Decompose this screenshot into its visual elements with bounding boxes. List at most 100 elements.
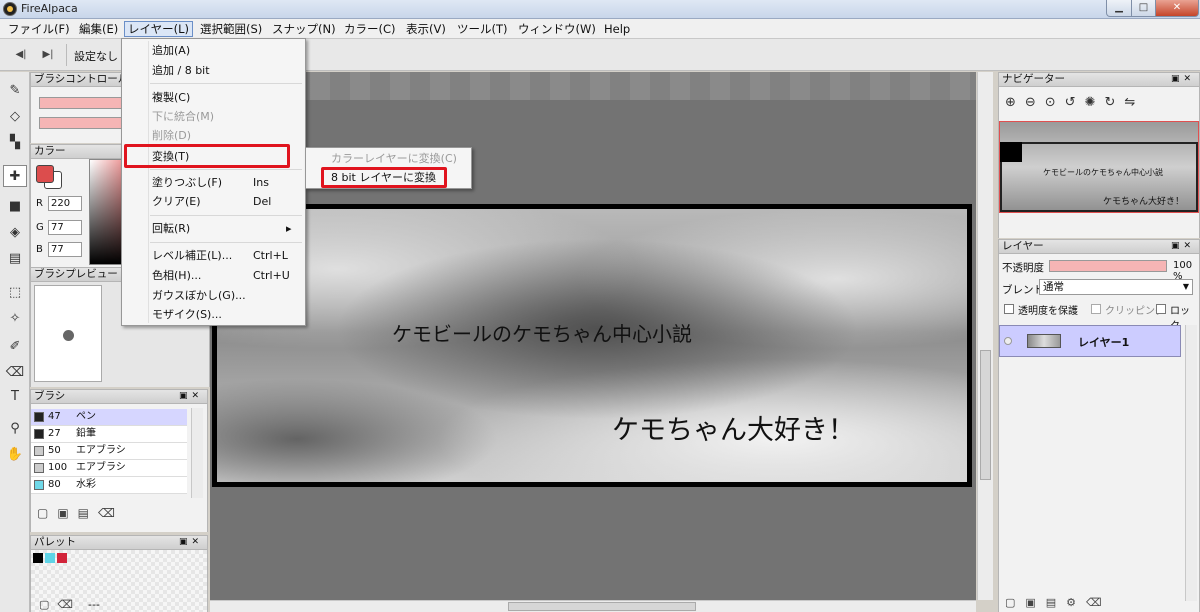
menu-separator bbox=[150, 83, 302, 84]
menu-item-add-8bit[interactable]: 追加 / 8 bit bbox=[152, 63, 210, 79]
brush-actions-icon[interactable]: ▢▣▤⌫ bbox=[37, 506, 124, 520]
close-button[interactable]: ✕ bbox=[1155, 0, 1199, 17]
layer-list-scrollbar[interactable] bbox=[1185, 325, 1197, 601]
layer-actions-icon[interactable]: ▢▣▤⚙⌫ bbox=[1005, 596, 1112, 609]
menu-item-duplicate[interactable]: 複製(C) bbox=[152, 90, 190, 106]
menu-separator bbox=[150, 169, 302, 170]
foreground-color-swatch[interactable] bbox=[36, 165, 54, 183]
lock-checkbox[interactable] bbox=[1156, 304, 1166, 314]
gradient-icon[interactable]: ▤ bbox=[3, 248, 27, 270]
menu-snap[interactable]: スナップ(N) bbox=[269, 21, 339, 37]
palette-actions-icon[interactable]: ▢⌫ bbox=[39, 598, 81, 611]
palette-swatch-red[interactable] bbox=[57, 553, 67, 563]
protect-alpha-checkbox[interactable] bbox=[1004, 304, 1014, 314]
hand-icon[interactable]: ✋ bbox=[3, 444, 27, 466]
menu-item-hue[interactable]: 色相(H)... bbox=[152, 268, 201, 284]
vscroll-thumb[interactable] bbox=[980, 350, 991, 480]
menu-bar: ファイル(F) 編集(E) レイヤー(L) 選択範囲(S) スナップ(N) カラ… bbox=[0, 19, 1200, 39]
menu-item-mosaic[interactable]: モザイク(S)... bbox=[152, 307, 222, 323]
brush-control-title: ブラシコントロール bbox=[34, 73, 129, 85]
menu-item-gaussian-blur[interactable]: ガウスぼかし(G)... bbox=[152, 288, 246, 304]
brush-preview-title: ブラシプレビュー bbox=[34, 268, 118, 280]
layer-thumbnail bbox=[1027, 334, 1061, 348]
hscroll-thumb[interactable] bbox=[508, 602, 696, 611]
menu-separator bbox=[150, 215, 302, 216]
next-preset-icon[interactable]: ▶| bbox=[40, 47, 56, 63]
panel-controls-icon[interactable]: ▣✕ bbox=[1171, 240, 1195, 253]
clipping-checkbox[interactable] bbox=[1091, 304, 1101, 314]
blend-select-value: 通常 bbox=[1043, 281, 1064, 293]
select-pen-icon[interactable]: ✐ bbox=[3, 336, 27, 358]
menu-item-fill[interactable]: 塗りつぶし(F) bbox=[152, 175, 222, 191]
menu-item-clear[interactable]: クリア(E) bbox=[152, 194, 201, 210]
submenu-arrow-icon: ▸ bbox=[286, 222, 292, 235]
panel-controls-icon[interactable]: ▣✕ bbox=[179, 536, 203, 549]
menu-layer[interactable]: レイヤー(L) bbox=[124, 21, 194, 37]
menu-edit[interactable]: 編集(E) bbox=[76, 21, 121, 37]
maximize-button[interactable]: □ bbox=[1131, 0, 1156, 17]
brush-name: エアブラシ bbox=[76, 462, 126, 473]
brush-list-item[interactable]: 100 エアブラシ bbox=[31, 460, 187, 477]
shortcut-levels: Ctrl+L bbox=[253, 249, 288, 262]
brush-list-item[interactable]: 47 ペン bbox=[31, 409, 187, 426]
bucket-icon[interactable]: ◈ bbox=[3, 222, 27, 244]
menu-file[interactable]: ファイル(F) bbox=[5, 21, 73, 37]
menu-selection[interactable]: 選択範囲(S) bbox=[197, 21, 265, 37]
prev-preset-icon[interactable]: ◀| bbox=[13, 47, 29, 63]
text-icon[interactable]: T bbox=[3, 386, 27, 408]
palette-swatch-cyan[interactable] bbox=[45, 553, 55, 563]
navigator-header: ナビゲーター ▣✕ bbox=[998, 72, 1200, 87]
brush-size: 47 bbox=[48, 411, 61, 422]
opacity-label: 不透明度 bbox=[1002, 262, 1044, 274]
eraser-icon[interactable]: ◇ bbox=[3, 106, 27, 128]
palette-swatch-black[interactable] bbox=[33, 553, 43, 563]
menu-tool[interactable]: ツール(T) bbox=[454, 21, 511, 37]
visibility-icon[interactable] bbox=[1004, 337, 1012, 345]
brush-list-item[interactable]: 80 水彩 bbox=[31, 477, 187, 494]
r-input[interactable]: 220 bbox=[48, 196, 82, 211]
b-input[interactable]: 77 bbox=[48, 242, 82, 257]
menu-item-levels[interactable]: レベル補正(L)... bbox=[152, 248, 232, 264]
canvas-ruler-strip bbox=[210, 72, 976, 100]
select-eraser-icon[interactable]: ⌫ bbox=[3, 362, 27, 384]
select-rect-icon[interactable]: ⬚ bbox=[3, 282, 27, 304]
menu-window[interactable]: ウィンドウ(W) bbox=[515, 21, 599, 37]
move-icon[interactable]: ✚ bbox=[3, 165, 27, 187]
fill-rect-icon[interactable]: ■ bbox=[3, 196, 27, 218]
dots-icon[interactable]: ▚ bbox=[3, 132, 27, 154]
panel-controls-icon[interactable]: ▣✕ bbox=[1171, 73, 1195, 86]
menu-item-to-color-layer: カラーレイヤーに変換(C) bbox=[331, 152, 457, 165]
title-bar: FireAlpaca ▁ □ ✕ bbox=[0, 0, 1200, 19]
menu-item-rotate[interactable]: 回転(R) bbox=[152, 221, 190, 237]
canvas-horizontal-scrollbar[interactable] bbox=[210, 600, 976, 612]
protect-alpha-label: 透明度を保護 bbox=[1018, 306, 1078, 317]
g-input[interactable]: 77 bbox=[48, 220, 82, 235]
menu-color[interactable]: カラー(C) bbox=[341, 21, 399, 37]
menu-item-add[interactable]: 追加(A) bbox=[152, 43, 190, 59]
canvas-vertical-scrollbar[interactable] bbox=[977, 72, 993, 600]
magic-wand-icon[interactable]: ✧ bbox=[3, 308, 27, 330]
brush-list-item[interactable]: 50 エアブラシ bbox=[31, 443, 187, 460]
brush-swatch bbox=[34, 480, 44, 490]
navigator-zoom-icons[interactable]: ⊕⊖⊙↺✺↻⇋ bbox=[1005, 95, 1144, 110]
layer-row[interactable]: レイヤー1 bbox=[999, 325, 1181, 357]
shortcut-fill: Ins bbox=[253, 176, 269, 189]
tool-column: ✎ ◇ ▚ ✚ ■ ◈ ▤ ⬚ ✧ ✐ ⌫ T ⚲ ✋ bbox=[0, 72, 30, 612]
highlight-convert-item bbox=[124, 144, 290, 168]
pen-icon[interactable]: ✎ bbox=[3, 80, 27, 102]
preset-label[interactable]: 設定なし bbox=[74, 48, 118, 64]
panel-controls-icon[interactable]: ▣✕ bbox=[179, 390, 203, 403]
menu-view[interactable]: 表示(V) bbox=[403, 21, 449, 37]
palette-footer: --- bbox=[88, 598, 100, 611]
blend-label: ブレンド bbox=[1002, 284, 1044, 296]
blend-select[interactable]: 通常 ▼ bbox=[1039, 279, 1193, 295]
chevron-down-icon: ▼ bbox=[1182, 282, 1189, 291]
brush-list-scrollbar[interactable] bbox=[191, 408, 203, 498]
brush-preview-box bbox=[34, 285, 102, 382]
layer-opacity-slider[interactable] bbox=[1049, 260, 1167, 272]
menu-help[interactable]: Help bbox=[601, 21, 633, 37]
eyedropper-icon[interactable]: ⚲ bbox=[3, 418, 27, 440]
brush-list-item[interactable]: 27 鉛筆 bbox=[31, 426, 187, 443]
layer-menu-dropdown: 追加(A) 追加 / 8 bit 複製(C) 下に統合(M) 削除(D) 変換(… bbox=[121, 38, 306, 326]
minimize-button[interactable]: ▁ bbox=[1106, 0, 1132, 17]
